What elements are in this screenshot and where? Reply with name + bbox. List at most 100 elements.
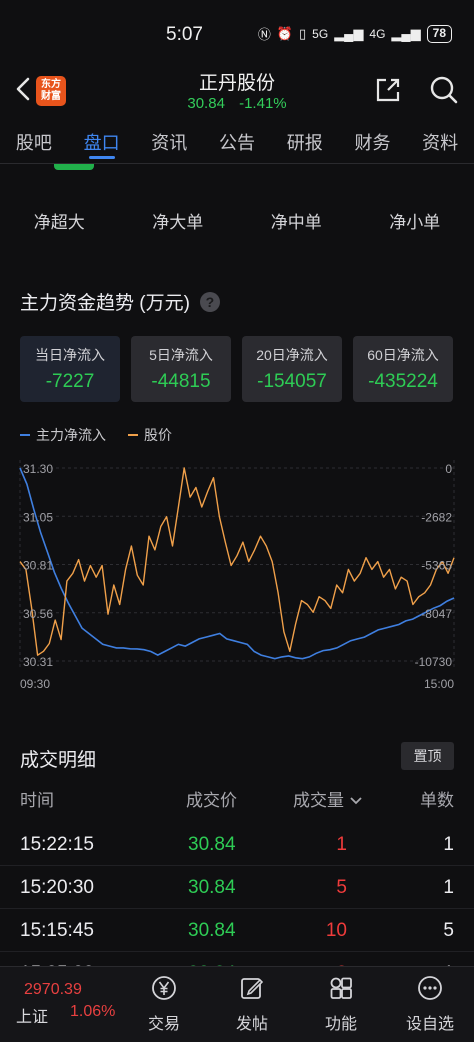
trade-count: 1 [443,834,454,855]
x-tick-label: 15:00 [424,677,454,691]
net-inflow-cards: 当日净流入 -7227 5日净流入 -44815 20日净流入 -154057 … [20,336,454,402]
trade-row: 15:15:45 30.84 10 5 [0,909,474,952]
legend-swatch-price [128,434,138,436]
nfc-icon: Ⓝ [257,27,271,42]
trades-title: 成交明细 [20,750,97,771]
flow-cat-medium: 净中单 [270,213,322,232]
nav-add-watchlist[interactable]: 设自选 [390,967,470,1042]
trade-time: 15:20:30 [20,877,94,898]
legend-swatch-flow [20,434,30,436]
trade-row: 15:20:30 30.84 5 1 [0,866,474,909]
header-volume-label: 成交量 [293,791,344,810]
index-name: 上证 [16,1009,49,1026]
card-value: -7227 [45,371,95,392]
tab-profile[interactable]: 资料 [406,122,474,163]
tab-announcements[interactable]: 公告 [203,122,271,163]
stock-price: 30.84 [187,95,225,112]
trades-header: 时间 成交价 成交量 单数 [0,786,474,810]
tab-news[interactable]: 资讯 [135,122,203,163]
chevron-down-icon [350,797,362,805]
tab-research[interactable]: 研报 [271,122,339,163]
nav-add-watchlist-label: 设自选 [405,1016,454,1033]
tab-finance[interactable]: 财务 [339,122,407,163]
y-left-tick-label: 30.56 [23,607,53,621]
signal-bars-icon: ▂▄▆ [334,25,364,41]
flow-cat-large: 净大单 [152,213,204,232]
vibrate-icon: ▯ [299,25,307,41]
stock-name: 正丹股份 [198,73,275,94]
fund-trend-chart[interactable]: 31.30 31.05 30.81 30.56 30.31 0 -2682 -5365 -804… [0,450,474,700]
trade-row: 15:22:15 30.84 1 1 [0,823,474,866]
nav-functions-label: 功能 [324,1016,357,1033]
card-5day[interactable]: 5日净流入 -44815 [131,336,231,402]
header-price[interactable]: 成交价 [186,786,237,811]
status-icons: Ⓝ ⏰ ▯ 5G ▂▄▆ 4G ▂▄▆ 78 [258,24,452,43]
trade-volume: 10 [325,920,347,941]
card-label: 60日净流入 [367,347,439,363]
y-right-tick-label: -5365 [421,559,452,573]
more-icon [418,976,442,1000]
trade-price: 30.84 [188,877,236,898]
y-right-tick-label: 0 [445,462,452,476]
card-60day[interactable]: 60日净流入 -435224 [353,336,453,402]
chart-legend: 主力净流入 股价 [20,425,172,445]
y-left-tick-label: 31.30 [23,462,53,476]
trade-time: 15:22:15 [20,834,94,855]
card-20day[interactable]: 20日净流入 -154057 [242,336,342,402]
trade-volume: 5 [336,877,347,898]
trade-volume: 1 [336,834,347,855]
yen-circle-icon [152,976,176,1000]
bottom-nav: 2970.39 上证 1.06% 交易 发帖 功能 设自选 [0,966,474,1042]
flow-cat-super-large: 净超大 [33,213,85,232]
nav-trade[interactable]: 交易 [124,967,204,1042]
fund-trend-title: 主力资金趋势 (万元) ? [20,288,220,315]
stock-tabs: 股吧 盘口 资讯 公告 研报 财务 资料 [0,122,474,164]
index-change: 1.06% [70,1003,116,1020]
index-value: 2970.39 [24,981,82,998]
share-icon[interactable] [374,76,402,104]
legend-label-flow: 主力净流入 [36,427,106,443]
green-bar-stub [54,164,94,170]
header-count[interactable]: 单数 [420,786,454,811]
edit-icon [241,978,264,999]
status-bar: 5:07 Ⓝ ⏰ ▯ 5G ▂▄▆ 4G ▂▄▆ 78 [0,0,474,62]
card-today[interactable]: 当日净流入 -7227 [20,336,120,402]
card-value: -44815 [151,371,211,392]
trade-time: 15:15:45 [20,920,94,941]
tab-pankou[interactable]: 盘口 [68,122,136,163]
y-left-tick-label: 30.81 [23,559,53,573]
header-time[interactable]: 时间 [20,786,54,811]
nav-trade-label: 交易 [147,1016,180,1033]
alarm-icon: ⏰ [276,25,294,41]
y-right-tick-label: -10730 [415,655,453,669]
pin-top-button[interactable]: 置顶 [401,742,454,770]
status-time: 5:07 [166,24,203,45]
stock-quote: 30.84 -1.41% [0,95,474,112]
nav-post[interactable]: 发帖 [212,967,292,1042]
index-ticker[interactable]: 2970.39 上证 1.06% [0,967,125,1042]
y-left-tick-label: 30.31 [23,655,53,669]
card-label: 5日净流入 [149,347,213,363]
tab-guba[interactable]: 股吧 [0,122,68,163]
fund-trend-title-text: 主力资金趋势 (万元) [20,293,190,314]
signal-bars-icon-2: ▂▄▆ [391,25,421,41]
x-tick-label: 09:30 [20,677,50,691]
legend-price: 股价 [128,425,172,445]
y-left-tick-label: 31.05 [23,510,53,524]
trade-count: 5 [443,920,454,941]
trade-count: 1 [443,877,454,898]
nav-functions[interactable]: 功能 [301,967,381,1042]
header-volume[interactable]: 成交量 [293,786,363,811]
battery-indicator: 78 [426,24,452,43]
card-value: -154057 [257,371,327,392]
y-right-tick-label: -2682 [421,510,452,524]
legend-main-flow: 主力净流入 [20,425,106,445]
search-icon[interactable] [429,75,459,105]
help-icon[interactable]: ? [199,291,220,312]
flow-cat-small: 净小单 [389,213,441,232]
flow-categories: 净超大 净大单 净中单 净小单 [0,208,474,233]
card-value: -435224 [368,371,438,392]
card-label: 20日净流入 [256,347,328,363]
signal-4g: 4G [369,26,386,41]
card-label: 当日净流入 [35,347,105,363]
